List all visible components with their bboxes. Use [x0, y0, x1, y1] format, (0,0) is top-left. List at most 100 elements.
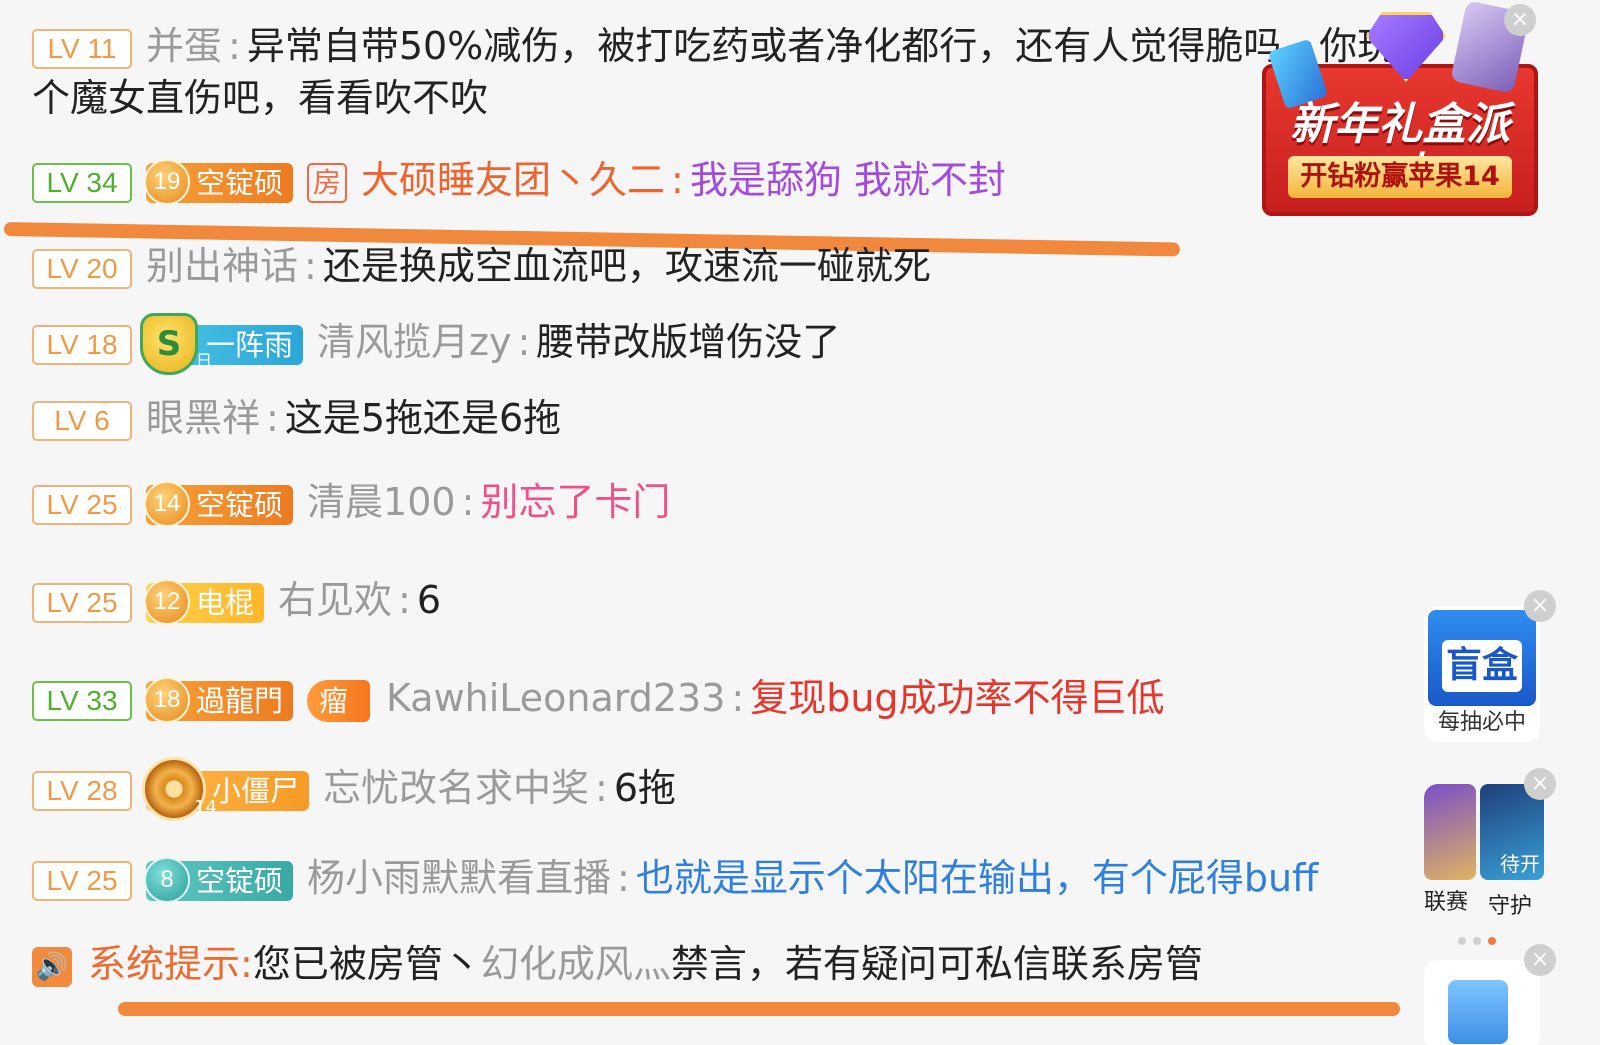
level-badge: LV 34 [32, 162, 132, 203]
message-text: 这是5拖还是6拖 [284, 396, 562, 440]
fan-badge[interactable]: 19 空锭硕 [144, 158, 294, 205]
fan-badge[interactable]: 14 小僵尸 [142, 756, 310, 821]
fan-badge[interactable]: 12 电棍 [144, 578, 265, 625]
level-badge: LV 28 [32, 770, 132, 811]
fan-club-name: 一阵雨 [206, 327, 294, 362]
chat-message[interactable]: LV 11 并蛋: 异常自带50%减伤，被打吃药或者净化都行，还有人觉得脆吗，你玩个… [32, 20, 1400, 124]
event-close-icon[interactable]: × [1524, 768, 1556, 800]
message-text: 腰带改版增伤没了 [536, 320, 841, 364]
carousel-dot-active[interactable] [1488, 937, 1496, 945]
chat-message[interactable]: LV 25 14 空锭硕 清晨100: 别忘了卡门 [32, 476, 1400, 528]
blindbox-widget[interactable]: 盲盒 每抽必中 [1424, 606, 1540, 742]
message-text: 也就是显示个太阳在输出，有个屁得buff [635, 856, 1319, 900]
guard-caption: 守护主 [1488, 894, 1533, 919]
level-badge: LV 25 [32, 860, 132, 901]
fan-club-name: 過龍門 [196, 683, 284, 718]
shield-icon: S [140, 312, 198, 375]
admin-name[interactable]: 幻化成风灬 [481, 942, 671, 986]
fan-badge[interactable]: S 日一阵雨 [140, 312, 304, 375]
separator: : [517, 320, 531, 364]
event-widget[interactable]: 待开 联赛 守护主 [1424, 784, 1544, 922]
carousel-dot[interactable] [1473, 937, 1481, 945]
chat-message[interactable]: LV 33 18 過龍門瘤 KawhiLeonard233: 复现bug成功率不得巨低 [32, 672, 1400, 724]
fan-level: 12 [144, 578, 190, 625]
system-text: 您已被房管丶幻化成风灬禁言，若有疑问可私信联系房管 [253, 942, 1203, 986]
level-badge: LV 6 [32, 400, 132, 441]
username[interactable]: 杨小雨默默看直播 [307, 856, 611, 900]
username[interactable]: KawhiLeonard233 [386, 676, 725, 720]
username[interactable]: 清晨100 [307, 480, 456, 524]
task-widget[interactable] [1424, 960, 1540, 1045]
new-year-banner[interactable]: 新年礼盒派对 开钻粉赢苹果14 [1262, 0, 1538, 216]
fan-club-name: 小僵尸 [212, 773, 300, 808]
chat-message[interactable]: LV 6 眼黑祥: 这是5拖还是6拖 [32, 392, 1400, 444]
fan-badge[interactable]: 8 空锭硕 [144, 856, 294, 903]
blindbox-caption: 每抽必中 [1437, 710, 1526, 735]
message-text: 6拖 [613, 766, 677, 810]
level-badge: LV 11 [32, 28, 132, 69]
username[interactable]: 别出神话 [146, 244, 298, 288]
separator: : [617, 856, 630, 900]
highlight-underline [118, 1002, 1400, 1016]
chat-list: LV 11 并蛋: 异常自带50%减伤，被打吃药或者净化都行，还有人觉得脆吗，你玩个… [0, 0, 1410, 1045]
username[interactable]: 大硕睡友团丶久二 [361, 158, 665, 202]
league-image [1424, 784, 1476, 880]
blindbox-close-icon[interactable]: × [1524, 590, 1556, 622]
chat-message[interactable]: LV 20 别出神话: 还是换成空血流吧，攻速流一碰就死 [32, 240, 1400, 292]
fan-club-name: 空锭硕 [196, 165, 284, 200]
username[interactable]: 清风揽月zy [317, 320, 511, 364]
guard-overlay-text: 待开 [1500, 852, 1540, 876]
speaker-icon: 🔊 [32, 946, 72, 987]
fan-sub-label: 日 [196, 350, 213, 370]
system-text-before: 您已被房管丶 [252, 942, 481, 986]
separator: : [228, 24, 241, 68]
message-text: 复现bug成功率不得巨低 [750, 676, 1165, 720]
league-caption: 联赛 [1424, 890, 1469, 915]
blindbox-art-label: 盲盒 [1442, 640, 1522, 692]
separator: : [266, 396, 279, 440]
separator: : [461, 480, 475, 524]
fan-club-name: 电棍 [196, 585, 255, 620]
message-text: 我是舔狗 我就不封 [689, 158, 1006, 202]
fan-club-name: 空锭硕 [196, 487, 284, 522]
fan-club-name: 空锭硕 [196, 863, 284, 898]
separator: : [671, 158, 684, 202]
chat-message[interactable]: LV 28 14 小僵尸 忘忧改名求中奖:6拖 [32, 756, 1400, 821]
fan-badge[interactable]: 18 過龍門 [144, 676, 294, 723]
system-label: 系统提示: [88, 942, 253, 986]
banner-close-icon[interactable]: × [1504, 4, 1536, 36]
separator: : [304, 244, 317, 288]
system-message: 🔊 系统提示:您已被房管丶幻化成风灬禁言，若有疑问可私信联系房管 [32, 938, 1400, 990]
chat-message[interactable]: LV 25 12 电棍 右见欢:6 [32, 574, 1400, 626]
room-admin-badge: 房 [307, 162, 348, 203]
medal-badge: 瘤 [307, 679, 371, 722]
chat-message[interactable]: LV 34 19 空锭硕房大硕睡友团丶久二: 我是舔狗 我就不封 [32, 154, 1400, 206]
chat-message[interactable]: LV 25 8 空锭硕 杨小雨默默看直播: 也就是显示个太阳在输出，有个屁得buff [32, 852, 1400, 904]
system-text-after: 禁言，若有疑问可私信联系房管 [670, 942, 1203, 986]
separator: : [398, 578, 411, 622]
fan-sub-label: 14 [194, 796, 217, 818]
fan-level: 8 [144, 856, 190, 903]
fan-badge[interactable]: 14 空锭硕 [144, 480, 294, 527]
username[interactable]: 忘忧改名求中奖 [323, 766, 589, 810]
carousel-dot[interactable] [1458, 937, 1466, 945]
task-close-icon[interactable]: × [1524, 944, 1556, 976]
level-badge: LV 25 [32, 582, 132, 623]
level-badge: LV 25 [32, 484, 132, 525]
clipboard-icon [1448, 980, 1508, 1044]
separator: : [731, 676, 745, 720]
level-badge: LV 20 [32, 248, 132, 289]
carousel-dots [1458, 930, 1503, 949]
message-text: 还是换成空血流吧，攻速流一碰就死 [322, 244, 931, 288]
username[interactable]: 眼黑祥 [146, 396, 260, 440]
fan-level: 18 [144, 676, 190, 723]
level-badge: LV 18 [32, 324, 132, 365]
banner-subtitle: 开钻粉赢苹果14 [1288, 156, 1512, 198]
username[interactable]: 右见欢 [278, 578, 392, 622]
message-text: 6 [416, 578, 442, 622]
level-badge: LV 33 [32, 680, 132, 721]
chat-message[interactable]: LV 18 S 日一阵雨 清风揽月zy: 腰带改版增伤没了 [32, 312, 1400, 375]
separator: : [595, 766, 608, 810]
username[interactable]: 并蛋 [146, 24, 222, 68]
fan-level: 14 [144, 480, 190, 527]
